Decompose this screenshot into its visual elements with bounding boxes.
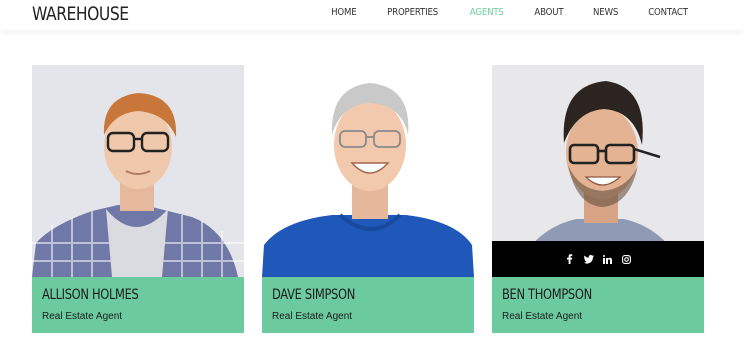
agent-card-ben-thompson[interactable]: BEN THOMPSON Real Estate Agent <box>492 65 704 333</box>
agent-info: ALLISON HOLMES Real Estate Agent <box>32 277 244 333</box>
nav-properties[interactable]: PROPERTIES <box>387 7 438 18</box>
nav-contact[interactable]: CONTACT <box>648 7 688 18</box>
agent-name[interactable]: BEN THOMPSON <box>502 287 592 303</box>
agent-info: DAVE SIMPSON Real Estate Agent <box>262 277 474 333</box>
instagram-icon[interactable] <box>622 254 632 264</box>
linkedin-icon[interactable] <box>603 254 613 264</box>
agent-info: BEN THOMPSON Real Estate Agent <box>492 277 704 333</box>
agents-section: ALLISON HOLMES Real Estate Agent DAVE SI… <box>32 65 704 333</box>
agent-name[interactable]: ALLISON HOLMES <box>42 287 139 303</box>
agent-photo[interactable] <box>492 65 704 277</box>
agent-role: Real Estate Agent <box>272 311 353 322</box>
agent-card-dave-simpson[interactable]: DAVE SIMPSON Real Estate Agent <box>262 65 474 333</box>
agent-card-allison-holmes[interactable]: ALLISON HOLMES Real Estate Agent <box>32 65 244 333</box>
nav-agents[interactable]: AGENTS <box>470 7 504 18</box>
social-links-bar <box>492 241 704 277</box>
agent-role: Real Estate Agent <box>42 311 123 322</box>
nav-news[interactable]: NEWS <box>593 7 618 18</box>
agent-portrait-image <box>262 65 474 277</box>
agent-portrait-image <box>32 65 244 277</box>
agent-photo[interactable] <box>32 65 244 277</box>
brand-logo[interactable]: WAREHOUSE <box>32 3 129 25</box>
facebook-icon[interactable] <box>565 254 575 264</box>
agent-role: Real Estate Agent <box>502 311 583 322</box>
main-nav: HOME PROPERTIES AGENTS ABOUT NEWS CONTAC… <box>329 7 691 18</box>
nav-about[interactable]: ABOUT <box>534 7 563 18</box>
top-navbar: WAREHOUSE HOME PROPERTIES AGENTS ABOUT N… <box>0 0 744 30</box>
nav-home[interactable]: HOME <box>331 7 357 18</box>
agent-name[interactable]: DAVE SIMPSON <box>272 287 355 303</box>
twitter-icon[interactable] <box>583 254 594 264</box>
agent-photo[interactable] <box>262 65 474 277</box>
